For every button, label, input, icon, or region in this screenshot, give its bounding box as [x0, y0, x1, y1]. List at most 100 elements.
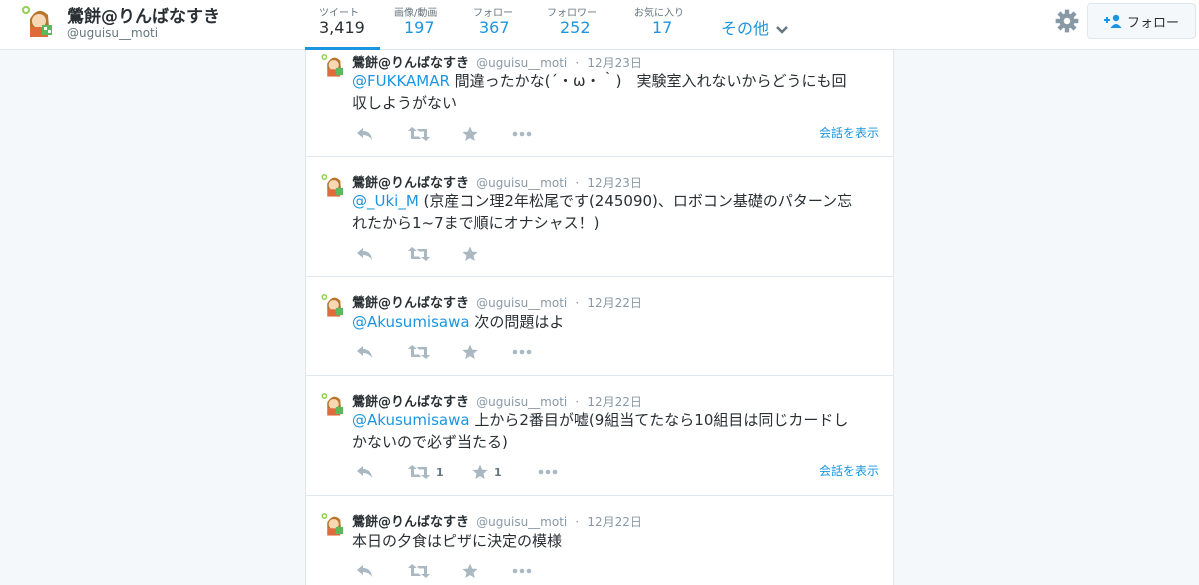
tweet-author-handle[interactable]: @uguisu__moti [476, 395, 567, 409]
tweet-item[interactable]: 鶯餅@りんばなすき @uguisu__moti · 12月22日 @Akusum… [306, 277, 893, 376]
retweet-button[interactable] [408, 561, 436, 581]
view-conversation-link[interactable]: 会話を表示 [819, 462, 879, 479]
tweet-actions [352, 124, 882, 144]
reply-icon [357, 128, 372, 140]
person-add-icon [1103, 14, 1122, 28]
tweet-avatar[interactable] [320, 511, 346, 537]
tweet-timestamp[interactable]: 12月22日 [587, 395, 642, 409]
more-dots-icon [512, 568, 532, 574]
stat-media-value: 197 [404, 18, 435, 37]
mention-link[interactable]: @Akusumisawa [352, 313, 470, 331]
more-dots-icon [538, 469, 558, 475]
retweet-count: 1 [436, 465, 444, 479]
more-actions-button[interactable] [538, 462, 558, 482]
follow-button-label: フォロー [1126, 15, 1179, 31]
tweet-header: 鶯餅@りんばなすき @uguisu__moti · 12月23日 [352, 172, 642, 191]
tweet-avatar[interactable] [320, 391, 346, 417]
stat-tweets-label: ツイート [319, 8, 359, 19]
reply-icon [357, 466, 372, 478]
tweet-author-name[interactable]: 鶯餅@りんばなすき [352, 56, 469, 71]
tweet-author-handle[interactable]: @uguisu__moti [476, 515, 567, 529]
retweet-button[interactable]: 1 [408, 462, 444, 482]
tweet-actions [352, 244, 882, 264]
profile-avatar[interactable] [20, 3, 56, 39]
separator-dot: · [575, 395, 580, 409]
profile-handle[interactable]: @uguisu__moti [67, 26, 158, 40]
retweet-button[interactable] [408, 244, 436, 264]
mention-link[interactable]: @Akusumisawa [352, 411, 470, 429]
retweet-icon [408, 345, 430, 359]
tweet-text-body: 上から2番目が嘘(9組当てたなら10組目は同じカードし [469, 411, 849, 429]
reply-icon [357, 565, 372, 577]
reply-button[interactable] [356, 342, 374, 362]
tweet-header: 鶯餅@りんばなすき @uguisu__moti · 12月23日 [352, 52, 642, 71]
more-menu-label: その他 [721, 19, 770, 38]
stat-media[interactable]: 画像/動画 197 [394, 0, 454, 50]
tweet-text-body: (京産コン理2年松尾です(245090)、ロボコン基礎のパターン忘 [418, 192, 853, 210]
more-menu[interactable]: その他 [721, 15, 788, 39]
retweet-icon [408, 247, 430, 261]
tweet-item[interactable]: 鶯餅@りんばなすき @uguisu__moti · 12月22日 本日の夕食はピ… [306, 496, 893, 585]
stat-favorites-label: お気に入り [634, 8, 684, 19]
stat-favorites[interactable]: お気に入り 17 [634, 0, 694, 50]
tweet-timestamp[interactable]: 12月22日 [587, 296, 642, 310]
tweet-avatar[interactable] [320, 52, 346, 78]
favorite-count: 1 [494, 465, 502, 479]
reply-button[interactable] [356, 561, 374, 581]
stat-media-label: 画像/動画 [394, 8, 438, 19]
tweet-item[interactable]: 鶯餅@りんばなすき @uguisu__moti · 12月23日 @_Uki_M… [306, 157, 893, 277]
tweet-text-body: 本日の夕食はピザに決定の模様 [352, 532, 563, 550]
tweet-item[interactable]: 鶯餅@りんばなすき @uguisu__moti · 12月23日 @FUKKAM… [306, 50, 893, 157]
reply-button[interactable] [356, 124, 374, 144]
tweet-text: @_Uki_M (京産コン理2年松尾です(245090)、ロボコン基礎のパターン… [352, 190, 882, 234]
tweet-author-name[interactable]: 鶯餅@りんばなすき [352, 296, 469, 311]
favorite-button[interactable] [462, 342, 484, 362]
star-icon [472, 464, 488, 479]
retweet-icon [408, 564, 430, 578]
mention-link[interactable]: @_Uki_M [352, 192, 419, 210]
tweet-avatar[interactable] [320, 172, 346, 198]
tweet-author-name[interactable]: 鶯餅@りんばなすき [352, 515, 469, 530]
tweet-author-handle[interactable]: @uguisu__moti [476, 296, 567, 310]
tweet-timestamp[interactable]: 12月23日 [587, 176, 642, 190]
tweet-header: 鶯餅@りんばなすき @uguisu__moti · 12月22日 [352, 391, 642, 410]
more-dots-icon [512, 131, 532, 137]
tweet-author-handle[interactable]: @uguisu__moti [476, 56, 567, 70]
stat-tweets-value: 3,419 [319, 18, 365, 37]
favorite-button[interactable] [462, 244, 484, 264]
retweet-button[interactable] [408, 124, 436, 144]
favorite-button[interactable] [462, 124, 484, 144]
profile-nav-bar: 鶯餅@りんばなすき @uguisu__moti ツイート 3,419 画像/動画… [0, 0, 1199, 51]
favorite-button[interactable] [462, 561, 484, 581]
more-actions-button[interactable] [512, 342, 532, 362]
reply-button[interactable] [356, 462, 374, 482]
follow-button[interactable]: フォロー [1087, 3, 1196, 39]
retweet-button[interactable] [408, 342, 436, 362]
favorite-button[interactable]: 1 [472, 462, 502, 482]
tweet-actions [352, 342, 882, 362]
reply-button[interactable] [356, 244, 374, 264]
tweet-timestamp[interactable]: 12月23日 [587, 56, 642, 70]
tweet-author-name[interactable]: 鶯餅@りんばなすき [352, 395, 469, 410]
reply-icon [357, 346, 372, 358]
view-conversation-link[interactable]: 会話を表示 [819, 124, 879, 141]
tweet-timestamp[interactable]: 12月22日 [587, 515, 642, 529]
tweet-text-continued: れたから1~7まで順にオナシャス！) [352, 214, 600, 232]
separator-dot: · [575, 56, 580, 70]
tweet-author-handle[interactable]: @uguisu__moti [476, 176, 567, 190]
tweet-item[interactable]: 鶯餅@りんばなすき @uguisu__moti · 12月22日 @Akusum… [306, 376, 893, 496]
more-actions-button[interactable] [512, 561, 532, 581]
more-dots-icon [512, 349, 532, 355]
stat-tweets[interactable]: ツイート 3,419 [305, 0, 380, 51]
stat-following[interactable]: フォロー 367 [473, 0, 523, 50]
stat-followers[interactable]: フォロワー 252 [547, 0, 607, 50]
mention-link[interactable]: @FUKKAMAR [352, 72, 450, 90]
separator-dot: · [575, 296, 580, 310]
tweet-text: @FUKKAMAR 間違ったかな(´・ω・｀) 実験室入れないからどうにも回 収… [352, 70, 882, 114]
more-actions-button[interactable] [512, 124, 532, 144]
tweet-author-name[interactable]: 鶯餅@りんばなすき [352, 176, 469, 191]
tweet-avatar[interactable] [320, 292, 346, 318]
stat-following-value: 367 [479, 18, 510, 37]
profile-name[interactable]: 鶯餅@りんばなすき [67, 2, 220, 27]
gear-icon[interactable] [1054, 8, 1080, 34]
